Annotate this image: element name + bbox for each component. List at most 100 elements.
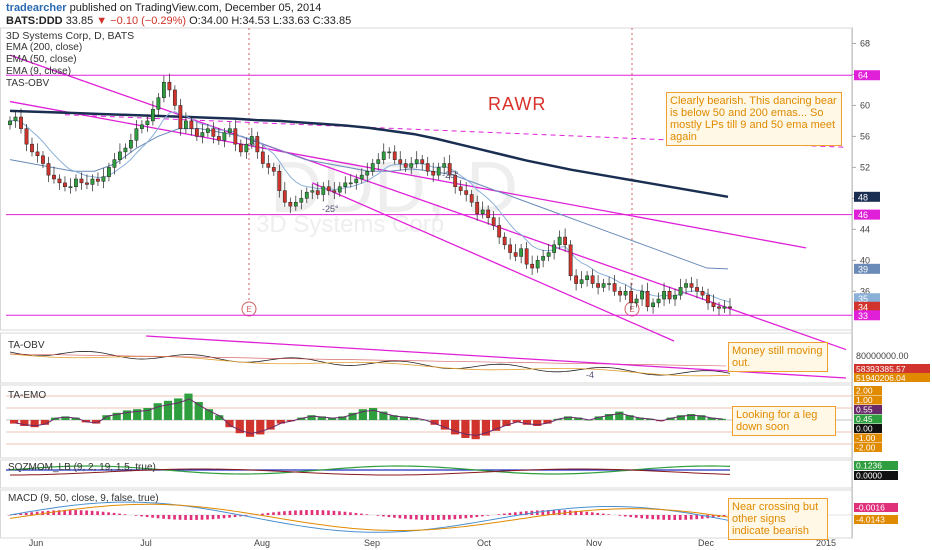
price-tick-label: 68	[860, 38, 870, 48]
symbol[interactable]: BATS:DDD	[6, 15, 63, 27]
candle-body	[52, 174, 56, 180]
x-tick-label: Nov	[586, 538, 603, 548]
candle-body	[30, 143, 34, 153]
candle-body	[299, 198, 304, 203]
candle-body	[398, 159, 403, 164]
macd-histogram-bar	[420, 515, 424, 520]
macd-histogram-bar	[453, 515, 457, 520]
macd-histogram-bar	[656, 515, 660, 520]
macd-histogram-bar	[305, 510, 308, 515]
publish-info: published on TradingView.com, December 0…	[69, 2, 322, 14]
candle-body	[656, 298, 661, 304]
macd-histogram-bar	[30, 512, 33, 515]
macd-histogram-bar	[321, 510, 325, 515]
candle-body	[118, 151, 122, 160]
candle-body	[326, 186, 331, 191]
legend-ema9[interactable]: EMA (9, close)	[6, 66, 71, 77]
candle-body	[409, 163, 414, 168]
macd-axis-label: -4.0143	[856, 515, 885, 525]
candle-body	[227, 128, 232, 133]
publish-header: tradearcher published on TradingView.com…	[6, 2, 321, 14]
candle-body	[585, 275, 589, 280]
candle-body	[304, 191, 309, 199]
macd-histogram-bar	[140, 515, 143, 517]
macd-histogram-bar	[360, 513, 363, 515]
macd-histogram-bar	[459, 515, 462, 519]
candle-body	[475, 201, 480, 215]
candle-body	[596, 283, 600, 288]
candle-body	[277, 171, 282, 191]
bearish-note: Clearly bearish. This dancing bear is be…	[666, 92, 842, 146]
candle-body	[546, 252, 551, 257]
emo-axis-label: -2.00	[856, 443, 876, 453]
macd-histogram-bar	[118, 513, 121, 515]
macd-histogram-bar	[134, 515, 138, 516]
candle-body	[140, 124, 144, 129]
macd-histogram-bar	[354, 512, 358, 515]
emo-axis-label: -1.00	[856, 433, 876, 443]
emo-panel-label[interactable]: TA-EMO	[8, 390, 46, 401]
macd-histogram-bar	[497, 514, 501, 515]
macd-note: Near crossing but other signs indicate b…	[728, 498, 828, 540]
macd-histogram-bar	[607, 514, 611, 515]
candle-body	[167, 81, 172, 91]
candle-body	[387, 151, 392, 154]
obv-panel-label[interactable]: TA-OBV	[8, 340, 44, 351]
macd-histogram-bar	[437, 515, 440, 520]
sqz-panel-label[interactable]: SQZMOM_LB (9, 2, 19, 1.5, true)	[8, 462, 156, 473]
candle-body	[260, 151, 265, 164]
candle-body	[63, 182, 67, 187]
macd-histogram-bar	[261, 513, 264, 515]
candle-body	[354, 178, 359, 184]
legend-ema200[interactable]: EMA (200, close)	[6, 42, 82, 53]
candle-body	[381, 151, 386, 160]
last-price: 33.85	[65, 15, 94, 27]
macd-histogram-bar	[376, 515, 380, 516]
candle-body	[414, 159, 419, 164]
macd-histogram-bar	[233, 515, 237, 518]
legend-series[interactable]: 3D Systems Corp, D, BATS	[6, 30, 134, 42]
macd-histogram-bar	[596, 512, 600, 515]
macd-histogram-bar	[189, 515, 193, 520]
macd-histogram-bar	[579, 511, 583, 515]
candle-body	[57, 178, 62, 184]
candle-body	[607, 283, 611, 285]
candle-body	[662, 291, 666, 300]
candle-body	[425, 163, 430, 172]
emo-bar	[369, 408, 378, 420]
tradingview-chart: DDD, D3D Systems Corp686460565248444036J…	[0, 0, 932, 550]
price-tag-label: 33	[858, 311, 868, 321]
candle-body	[123, 147, 128, 153]
macd-histogram-bar	[277, 511, 281, 515]
macd-axis-label: -0.0016	[856, 503, 885, 513]
obv-note: Money still moving out.	[728, 342, 828, 372]
candle-body	[667, 291, 672, 300]
macd-histogram-bar	[651, 515, 655, 520]
candle-body	[172, 89, 177, 106]
macd-panel-label[interactable]: MACD (9, 50, close, 9, false, true)	[8, 493, 159, 504]
macd-histogram-bar	[96, 511, 99, 515]
macd-histogram-bar	[398, 515, 402, 519]
emo-bar	[184, 393, 193, 420]
macd-histogram-bar	[426, 515, 429, 520]
macd-histogram-bar	[503, 513, 506, 515]
macd-histogram-bar	[288, 510, 292, 515]
candle-body	[464, 190, 469, 195]
emo-axis-label: 0.55	[856, 405, 873, 415]
candle-body	[189, 120, 194, 129]
candle-body	[420, 159, 425, 164]
macd-histogram-bar	[623, 515, 627, 517]
candle-body	[282, 190, 287, 203]
legend-ema50[interactable]: EMA (50, close)	[6, 54, 77, 65]
candle-body	[431, 171, 436, 176]
candle-body	[8, 120, 12, 126]
candle-body	[211, 128, 216, 137]
macd-histogram-bar	[206, 515, 209, 520]
macd-signal	[9, 503, 731, 532]
candle-body	[519, 248, 524, 257]
candle-body	[315, 190, 320, 195]
macd-histogram-bar	[332, 510, 336, 515]
author-name[interactable]: tradearcher	[6, 2, 67, 14]
emo-axis-label: 1.00	[856, 395, 873, 405]
legend-obv[interactable]: TAS-OBV	[6, 78, 49, 89]
